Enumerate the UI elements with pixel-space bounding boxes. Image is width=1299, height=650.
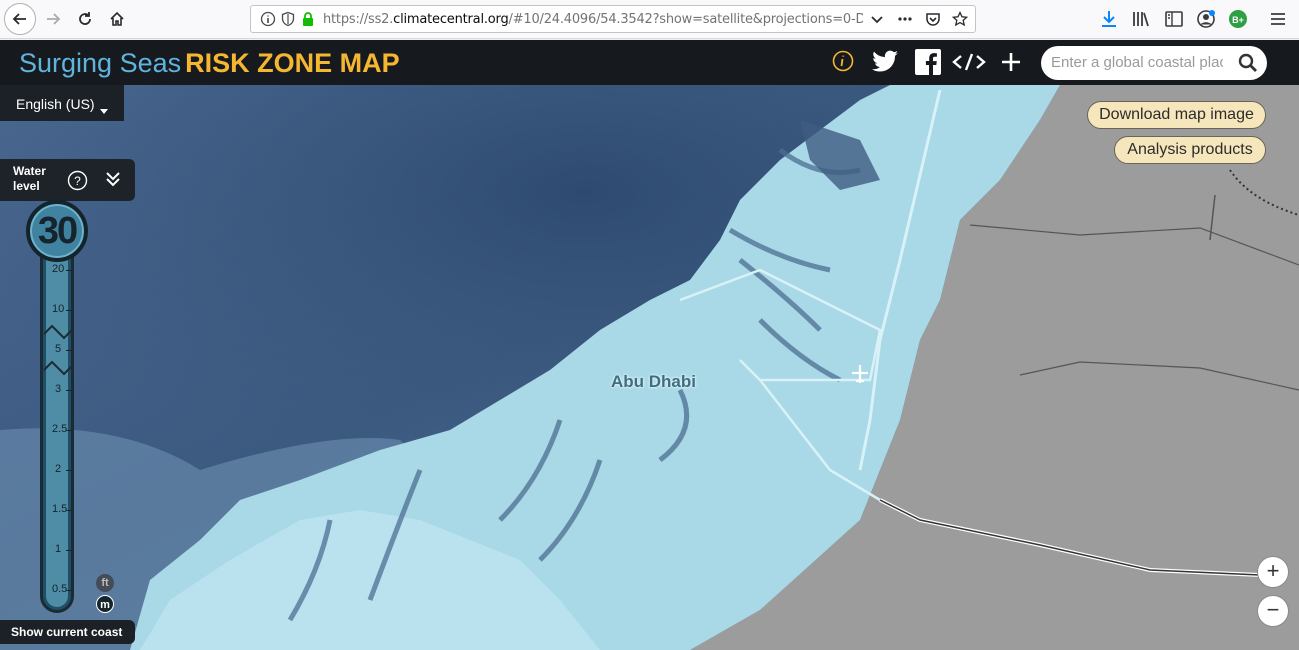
search-box[interactable] — [1041, 46, 1267, 80]
home-icon[interactable] — [102, 5, 132, 33]
show-current-coast-button[interactable]: Show current coast — [0, 620, 135, 644]
language-selector[interactable]: English (US) — [0, 85, 124, 121]
zoom-in-button[interactable]: + — [1257, 556, 1289, 588]
extension-icon[interactable]: B+ — [1228, 9, 1248, 29]
url-text[interactable]: https://ss2.climatecentral.org/#10/24.40… — [323, 12, 863, 27]
library-icon[interactable] — [1131, 9, 1151, 29]
menu-icon[interactable] — [1268, 9, 1288, 29]
map-canvas[interactable]: Abu Dhabi — [0, 40, 1299, 650]
tick-mark — [66, 390, 72, 391]
zoom-out-button[interactable]: − — [1257, 595, 1289, 627]
water-level-label: Water level — [13, 164, 46, 193]
map-background — [0, 40, 1299, 650]
analysis-products-button[interactable]: Analysis products — [1114, 136, 1266, 164]
search-input[interactable] — [1051, 54, 1223, 71]
tick-label: 2 — [55, 463, 62, 475]
tick-mark — [66, 310, 72, 311]
tick-label: 2.5 — [52, 423, 68, 435]
lock-icon — [300, 11, 316, 27]
tick-mark — [66, 510, 72, 511]
embed-code-icon[interactable] — [952, 52, 986, 77]
language-label: English (US) — [16, 96, 95, 112]
brand-subtitle: RISK ZONE MAP — [185, 48, 400, 78]
collapse-chevron-icon[interactable] — [105, 170, 121, 193]
plus-icon[interactable] — [1001, 52, 1021, 77]
tick-label: 0.5 — [52, 583, 68, 595]
address-bar[interactable]: https://ss2.climatecentral.org/#10/24.40… — [250, 5, 976, 33]
browser-toolbar: https://ss2.climatecentral.org/#10/24.40… — [0, 0, 1299, 39]
url-path: /#10/24.4096/54.3542?show=satellite&proj… — [508, 12, 863, 27]
tick-mark — [66, 550, 72, 551]
twitter-icon[interactable] — [871, 50, 899, 79]
facebook-icon[interactable] — [915, 49, 941, 80]
info-icon[interactable] — [832, 50, 854, 77]
tick-label: 10 — [52, 303, 65, 315]
water-level-panel: Water level ? — [0, 159, 135, 201]
tick-label: 3 — [55, 383, 62, 395]
search-icon[interactable] — [1238, 53, 1258, 78]
brand-logo[interactable]: Surging Seas RISK ZONE MAP — [19, 48, 400, 78]
help-icon[interactable]: ? — [67, 170, 88, 196]
account-icon[interactable] — [1196, 9, 1216, 29]
star-icon[interactable] — [951, 10, 969, 27]
back-arrow-icon[interactable] — [4, 3, 36, 35]
chevron-down-icon[interactable] — [869, 11, 885, 27]
brand-name: Surging Seas — [19, 48, 182, 78]
unit-feet-toggle[interactable]: ft — [96, 574, 114, 592]
city-label[interactable]: Abu Dhabi — [611, 372, 696, 392]
tick-mark — [66, 470, 72, 471]
water-level-knob[interactable]: 30 — [26, 200, 88, 262]
url-host: climatecentral.org — [393, 12, 509, 27]
pocket-icon[interactable] — [925, 11, 941, 27]
sidebar-icon[interactable] — [1164, 9, 1184, 29]
tick-label: 1.5 — [52, 503, 68, 515]
caret-down-icon — [100, 101, 108, 117]
svg-text:?: ? — [74, 174, 81, 188]
shield-icon[interactable] — [280, 11, 296, 27]
reload-icon[interactable] — [70, 5, 100, 33]
tick-label: 1 — [55, 543, 62, 555]
tick-mark — [66, 430, 72, 431]
url-prefix: https://ss2. — [323, 12, 394, 27]
unit-meters-toggle[interactable]: m — [96, 595, 114, 613]
download-map-image-button[interactable]: Download map image — [1087, 101, 1266, 129]
tick-label: 20 — [52, 263, 65, 275]
svg-text:B+: B+ — [1232, 15, 1244, 25]
download-icon[interactable] — [1100, 9, 1120, 29]
tick-mark — [66, 590, 72, 591]
more-icon[interactable] — [897, 11, 913, 27]
tick-mark — [66, 270, 72, 271]
water-level-value: 30 — [37, 209, 78, 252]
scale-break-icon — [43, 324, 73, 376]
forward-arrow-icon[interactable] — [38, 5, 68, 33]
info-icon[interactable] — [260, 11, 276, 27]
